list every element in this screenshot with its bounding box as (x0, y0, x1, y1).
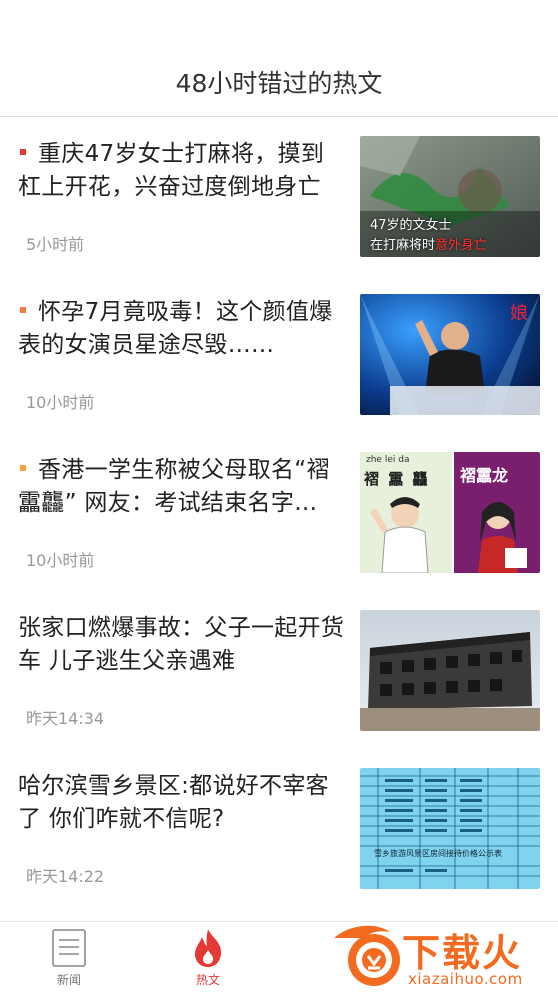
tab-news[interactable]: 新闻 (19, 922, 119, 992)
watermark-logo: 下载火 xiazaihuo.com (330, 918, 558, 992)
news-item[interactable]: 哈尔滨雪乡景区:都说好不宰客了 你们咋就不信呢? 昨天14:22 雪乡旅游风景区… (0, 750, 558, 908)
news-headline: 张家口燃爆事故：父子一起开货车 儿子逃生父亲遇难 (18, 612, 346, 678)
news-headline: 重庆47岁女士打麻将，摸到杠上开花，兴奋过度倒地身亡 (18, 138, 346, 204)
news-item[interactable]: 重庆47岁女士打麻将，摸到杠上开花，兴奋过度倒地身亡 5小时前 47岁的文女士 (0, 118, 558, 276)
news-thumbnail: zhe lei da 褶 靁 龘 褶靁龙 (360, 452, 540, 573)
hot-dot-icon (20, 465, 26, 471)
news-thumbnail: 47岁的文女士 在打麻将时意外身亡 (360, 136, 540, 257)
news-item[interactable]: 张家口燃爆事故：父子一起开货车 儿子逃生父亲遇难 昨天14:34 (0, 592, 558, 750)
tab-label: 新闻 (56, 973, 81, 987)
news-time: 10小时前 (26, 551, 95, 570)
news-icon (52, 929, 86, 967)
watermark-url: xiazaihuo.com (408, 970, 523, 988)
news-time: 昨天14:22 (26, 867, 105, 886)
thumb-chars: 褶 靁 龘 (364, 470, 430, 488)
hot-dot-icon (20, 149, 26, 155)
thumb-caption: 在打麻将时意外身亡 (370, 238, 488, 253)
watermark-brand: 下载火 (402, 931, 523, 975)
news-headline: 香港一学生称被父母取名“褶靁龘” 网友：考试结束名字… (18, 454, 346, 520)
news-thumbnail: 娘 (360, 294, 540, 415)
page-header: 48小时错过的热文 (0, 0, 558, 117)
news-time: 5小时前 (26, 235, 85, 254)
news-thumbnail (360, 610, 540, 731)
headline-text: 重庆47岁女士打麻将，摸到杠上开花，兴奋过度倒地身亡 (18, 141, 325, 200)
hot-dot-icon (20, 307, 26, 313)
thumb-pinyin: zhe lei da (366, 455, 410, 465)
headline-text: 哈尔滨雪乡景区:都说好不宰客了 你们咋就不信呢? (18, 773, 329, 832)
headline-text: 香港一学生称被父母取名“褶靁龘” 网友：考试结束名字… (18, 457, 330, 516)
tab-hot[interactable]: 热文 (158, 922, 258, 992)
news-headline: 哈尔滨雪乡景区:都说好不宰客了 你们咋就不信呢? (18, 770, 346, 836)
page-title: 48小时错过的热文 (175, 69, 383, 98)
thumb-caption: 47岁的文女士 (370, 218, 452, 233)
news-time: 10小时前 (26, 393, 95, 412)
fire-icon (195, 929, 222, 967)
thumb-table-title: 雪乡旅游风景区房间接待价格公示表 (374, 849, 502, 858)
tab-label: 热文 (195, 973, 220, 987)
news-time: 昨天14:34 (26, 709, 105, 728)
thumb-label: 褶靁龙 (460, 466, 509, 485)
headline-text: 怀孕7月竟吸毒！这个颜值爆表的女演员星途尽毁…… (18, 299, 333, 358)
news-thumbnail: 雪乡旅游风景区房间接待价格公示表 (360, 768, 540, 889)
news-item[interactable]: 香港一学生称被父母取名“褶靁龘” 网友：考试结束名字… 10小时前 zhe le… (0, 434, 558, 592)
news-headline: 怀孕7月竟吸毒！这个颜值爆表的女演员星途尽毁…… (18, 296, 346, 362)
news-item[interactable]: 怀孕7月竟吸毒！这个颜值爆表的女演员星途尽毁…… 10小时前 娘 (0, 276, 558, 434)
svg-text:娘: 娘 (510, 303, 528, 324)
headline-text: 张家口燃爆事故：父子一起开货车 儿子逃生父亲遇难 (18, 615, 345, 674)
